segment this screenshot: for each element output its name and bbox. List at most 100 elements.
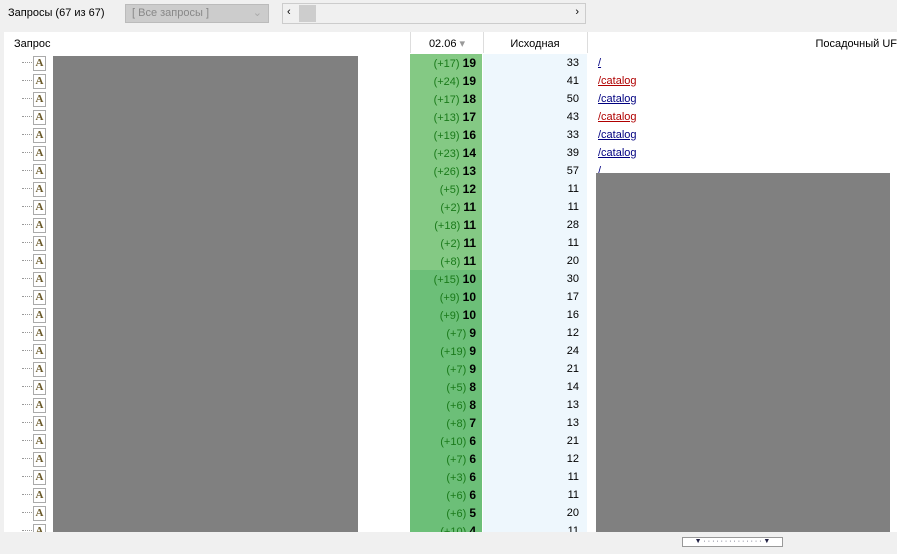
query-type-icon: A: [33, 218, 46, 233]
position-value: 8: [469, 398, 476, 412]
position-value: 9: [469, 344, 476, 358]
position-value: 16: [462, 128, 476, 142]
landing-url-link[interactable]: /catalog: [598, 90, 637, 108]
position-cell: (+13) 17: [410, 108, 482, 126]
position-cell: (+7) 9: [410, 324, 482, 342]
column-header-date[interactable]: 02.06 ▾: [410, 32, 484, 53]
position-value: 10: [462, 272, 476, 286]
position-value: 9: [469, 362, 476, 376]
tree-line: [22, 494, 32, 495]
position-value: 19: [462, 56, 476, 70]
tree-line: [22, 152, 32, 153]
scroll-left-icon[interactable]: ‹: [287, 6, 291, 18]
source-cell: 13: [483, 396, 587, 414]
query-filter-dropdown[interactable]: [ Все запросы ] ⌄: [125, 4, 269, 23]
query-type-icon: A: [33, 326, 46, 341]
position-cell: (+8) 11: [410, 252, 482, 270]
tree-line: [22, 512, 32, 513]
landing-url-link[interactable]: /catalog: [598, 144, 637, 162]
position-cell: (+6) 8: [410, 396, 482, 414]
source-cell: 21: [483, 432, 587, 450]
column-header-url[interactable]: Посадочный UF: [597, 32, 897, 53]
source-cell: 50: [483, 90, 587, 108]
tree-line: [22, 386, 32, 387]
column-header-source[interactable]: Исходная: [483, 32, 588, 53]
position-value: 6: [469, 488, 476, 502]
position-cell: (+19) 9: [410, 342, 482, 360]
position-value: 12: [462, 182, 476, 196]
landing-url-link[interactable]: /: [598, 54, 601, 72]
tree-line: [22, 530, 32, 531]
position-delta: (+17): [433, 94, 460, 106]
source-cell: 11: [483, 180, 587, 198]
source-cell: 20: [483, 504, 587, 522]
redacted-queries: [53, 56, 358, 532]
position-cell: (+3) 6: [410, 468, 482, 486]
query-type-icon: A: [33, 128, 46, 143]
position-cell: (+6) 5: [410, 504, 482, 522]
query-type-icon: A: [33, 56, 46, 71]
source-cell: 28: [483, 216, 587, 234]
position-delta: (+5): [439, 184, 460, 196]
source-cell: 39: [483, 144, 587, 162]
position-delta: (+6): [446, 490, 467, 502]
position-value: 18: [462, 92, 476, 106]
source-cell: 11: [483, 486, 587, 504]
tree-line: [22, 368, 32, 369]
toolbar: Запросы (67 из 67) [ Все запросы ] ⌄ ‹ ›: [0, 0, 897, 30]
position-delta: (+7): [446, 454, 467, 466]
query-type-icon: A: [33, 470, 46, 485]
query-type-icon: A: [33, 524, 46, 532]
position-delta: (+2): [440, 202, 461, 214]
scroll-right-icon[interactable]: ›: [575, 6, 579, 18]
query-type-icon: A: [33, 272, 46, 287]
horizontal-scrollbar[interactable]: ‹ ›: [282, 3, 586, 24]
query-type-icon: A: [33, 434, 46, 449]
position-cell: (+9) 10: [410, 288, 482, 306]
position-value: 4: [469, 524, 476, 532]
source-cell: 24: [483, 342, 587, 360]
query-type-icon: A: [33, 416, 46, 431]
tree-line: [22, 188, 32, 189]
tree-line: [22, 476, 32, 477]
filter-value: [ Все запросы ]: [132, 7, 209, 19]
position-cell: (+10) 6: [410, 432, 482, 450]
position-delta: (+6): [446, 400, 467, 412]
queries-table: Запрос 02.06 ▾ Исходная Посадочный UF A …: [4, 32, 897, 532]
query-type-icon: A: [33, 254, 46, 269]
source-cell: 11: [483, 468, 587, 486]
query-type-icon: A: [33, 92, 46, 107]
position-cell: (+26) 13: [410, 162, 482, 180]
position-delta: (+2): [440, 238, 461, 250]
source-cell: 57: [483, 162, 587, 180]
position-cell: (+15) 10: [410, 270, 482, 288]
position-value: 6: [469, 470, 476, 484]
tree-line: [22, 296, 32, 297]
position-cell: (+8) 7: [410, 414, 482, 432]
position-delta: (+18): [434, 220, 461, 232]
scroll-thumb[interactable]: [299, 5, 316, 22]
position-delta: (+8): [446, 418, 467, 430]
query-type-icon: A: [33, 74, 46, 89]
position-delta: (+7): [446, 364, 467, 376]
position-delta: (+17): [433, 58, 460, 70]
splitter-handle[interactable]: ▼ · · · · · · · · · · · · · · ▼: [682, 537, 783, 547]
landing-url-link[interactable]: /catalog: [598, 108, 637, 126]
position-cell: (+23) 14: [410, 144, 482, 162]
tree-line: [22, 332, 32, 333]
landing-url-link[interactable]: /catalog: [598, 126, 637, 144]
query-type-icon: A: [33, 344, 46, 359]
query-type-icon: A: [33, 110, 46, 125]
tree-line: [22, 116, 32, 117]
position-delta: (+9): [439, 292, 460, 304]
tree-line: [22, 170, 32, 171]
position-value: 10: [462, 308, 476, 322]
position-cell: (+5) 8: [410, 378, 482, 396]
tree-line: [22, 458, 32, 459]
position-cell: (+5) 12: [410, 180, 482, 198]
column-header-query[interactable]: Запрос: [14, 32, 50, 53]
position-cell: (+9) 10: [410, 306, 482, 324]
position-cell: (+2) 11: [410, 198, 482, 216]
landing-url-link[interactable]: /catalog: [598, 72, 637, 90]
source-cell: 12: [483, 324, 587, 342]
